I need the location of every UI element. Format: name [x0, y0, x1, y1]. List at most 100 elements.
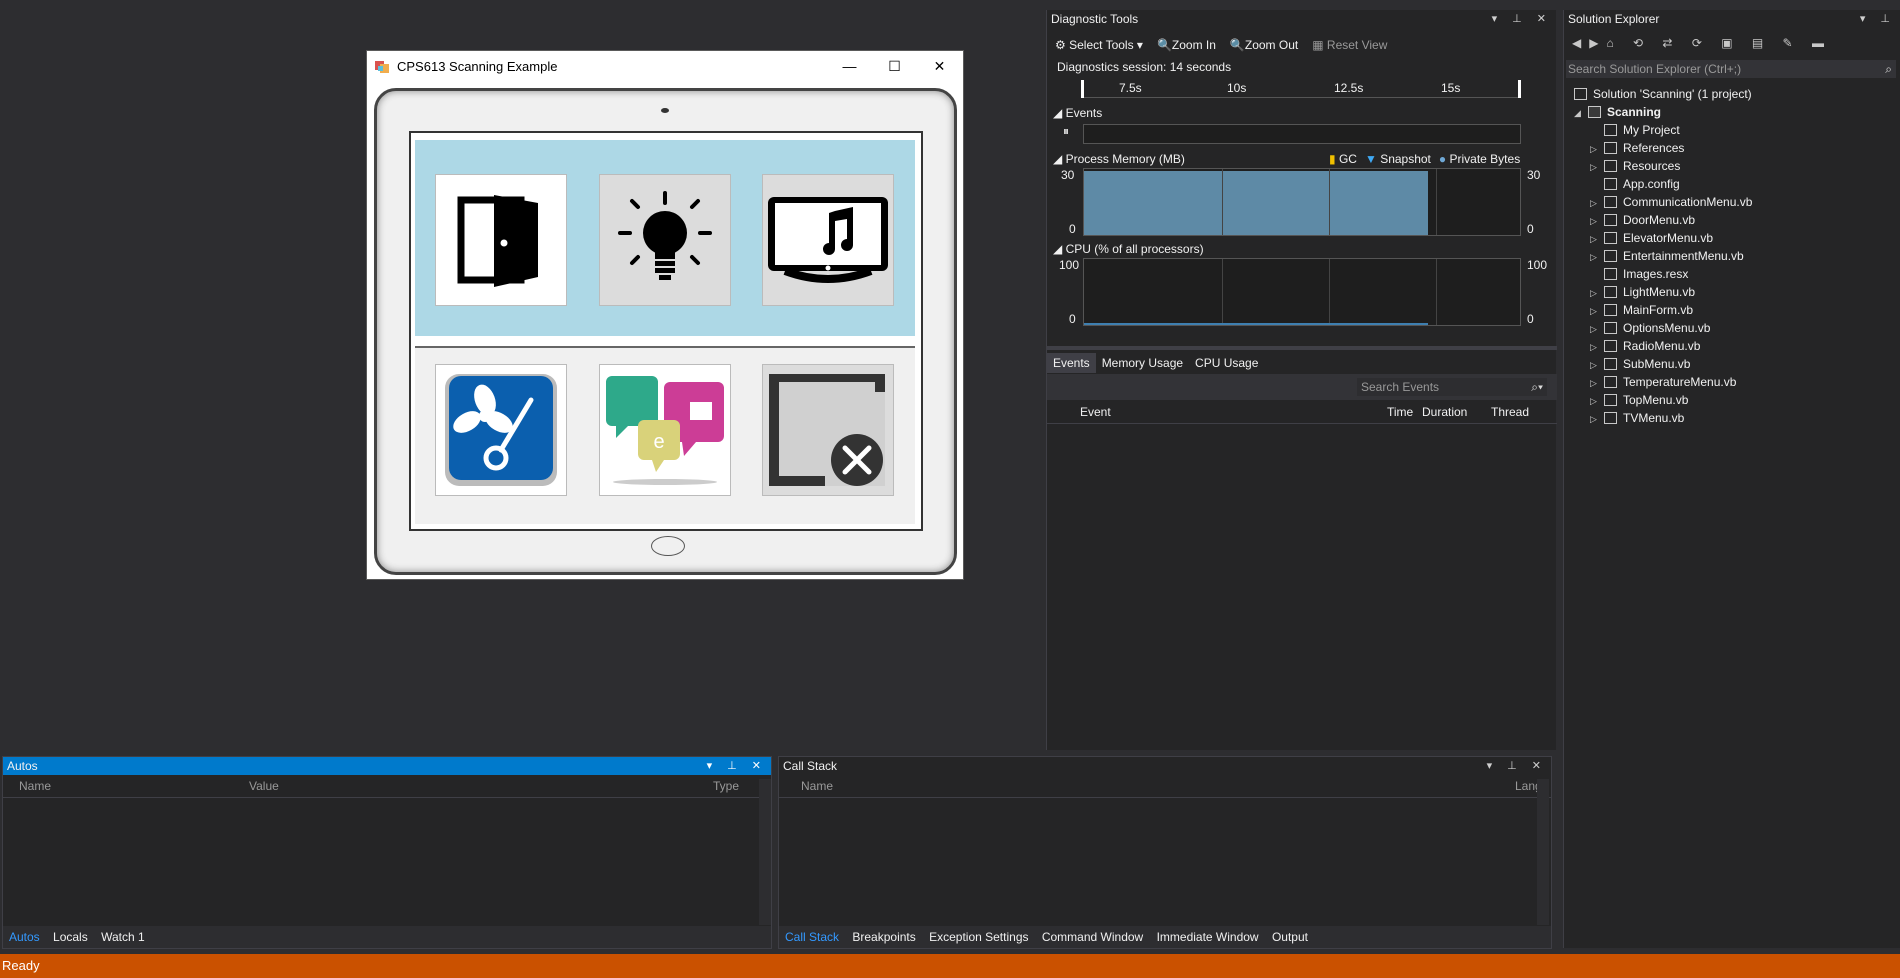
solution-toolbar[interactable]: ◀▶⌂ ⟲ ⇄ ⟳ ▣ ▤ ✎ ▬: [1572, 36, 1832, 54]
tab-locals[interactable]: Locals: [53, 930, 88, 944]
entertainment-tile[interactable]: [762, 174, 894, 306]
light-tile[interactable]: [599, 174, 731, 306]
tree-item-label: EntertainmentMenu.vb: [1623, 249, 1744, 263]
col-duration[interactable]: Duration: [1422, 405, 1467, 419]
cpu-section-label[interactable]: ◢ CPU (% of all processors): [1053, 242, 1204, 256]
expand-arrow-icon[interactable]: ▷: [1590, 248, 1604, 266]
solution-search-input[interactable]: Search Solution Explorer (Ctrl+;) ⌕: [1566, 60, 1896, 78]
expand-arrow-icon[interactable]: ▷: [1590, 158, 1604, 176]
expand-arrow-icon[interactable]: ▷: [1590, 140, 1604, 158]
col-name[interactable]: Name: [19, 779, 51, 793]
search-icon[interactable]: ⌕▾: [1531, 378, 1543, 396]
panel-controls[interactable]: ▾ ⊥: [1860, 10, 1896, 28]
pause-icon[interactable]: ⏸: [1063, 124, 1069, 139]
cpu-graph[interactable]: [1083, 258, 1521, 326]
home-button[interactable]: [651, 536, 685, 556]
expand-arrow-icon[interactable]: ▷: [1590, 320, 1604, 338]
tab-breakpoints[interactable]: Breakpoints: [852, 930, 915, 944]
expand-arrow-icon[interactable]: ▷: [1590, 374, 1604, 392]
col-time[interactable]: Time: [1387, 405, 1413, 419]
tree-item[interactable]: ▷ Resources: [1590, 157, 1680, 175]
call-stack-panel: Call Stack ▾ ⊥ ✕ Name Lang Call Stack Br…: [778, 756, 1552, 949]
memory-graph[interactable]: [1083, 168, 1521, 236]
project-node[interactable]: ◢ Scanning: [1574, 103, 1661, 121]
exit-tile[interactable]: [762, 364, 894, 496]
scrollbar[interactable]: [1537, 779, 1549, 925]
panel-controls[interactable]: ▾ ⊥ ✕: [707, 757, 767, 775]
file-icon: [1604, 250, 1617, 262]
timeline-start-handle[interactable]: [1081, 80, 1084, 98]
tab-output[interactable]: Output: [1272, 930, 1308, 944]
search-icon[interactable]: ⌕: [1885, 60, 1892, 78]
tab-immediate-window[interactable]: Immediate Window: [1157, 930, 1259, 944]
expand-arrow-icon[interactable]: ▷: [1590, 338, 1604, 356]
solution-node[interactable]: Solution 'Scanning' (1 project): [1574, 85, 1752, 103]
expand-arrow-icon[interactable]: ▷: [1590, 302, 1604, 320]
memory-section-label[interactable]: ◢ Process Memory (MB): [1053, 152, 1185, 166]
tab-cpu-usage[interactable]: CPU Usage: [1189, 353, 1264, 373]
reset-view-button[interactable]: ▦ Reset View: [1312, 38, 1387, 52]
zoom-in-button[interactable]: 🔍Zoom In: [1157, 38, 1216, 52]
minimize-button[interactable]: —: [827, 51, 872, 81]
expand-arrow-icon[interactable]: ▷: [1590, 410, 1604, 428]
tree-item[interactable]: ▷ RadioMenu.vb: [1590, 337, 1700, 355]
tree-item[interactable]: ▷ CommunicationMenu.vb: [1590, 193, 1752, 211]
zoom-out-button[interactable]: 🔍Zoom Out: [1230, 38, 1298, 52]
expand-arrow-icon[interactable]: ▷: [1590, 392, 1604, 410]
tab-watch-1[interactable]: Watch 1: [101, 930, 145, 944]
tab-memory-usage[interactable]: Memory Usage: [1096, 353, 1189, 373]
expand-arrow-icon[interactable]: ▷: [1590, 212, 1604, 230]
close-button[interactable]: ✕: [917, 51, 962, 81]
tab-exception-settings[interactable]: Exception Settings: [929, 930, 1028, 944]
panel-controls[interactable]: ▾ ⊥ ✕: [1492, 10, 1552, 28]
cpu-label-text: CPU (% of all processors): [1065, 242, 1204, 256]
splitter[interactable]: [1047, 346, 1557, 350]
close-window-icon: [769, 374, 885, 486]
tree-item[interactable]: ▷ OptionsMenu.vb: [1590, 319, 1710, 337]
temperature-tile[interactable]: [435, 364, 567, 496]
expand-arrow-icon[interactable]: ▷: [1590, 284, 1604, 302]
expand-arrow-icon[interactable]: ▷: [1590, 194, 1604, 212]
events-search-input[interactable]: Search Events ⌕▾: [1357, 378, 1547, 396]
tree-item-label: TVMenu.vb: [1623, 411, 1685, 425]
grid-line: [1436, 259, 1437, 325]
panel-controls[interactable]: ▾ ⊥ ✕: [1487, 757, 1547, 775]
col-type[interactable]: Type: [713, 779, 739, 793]
maximize-button[interactable]: ☐: [872, 51, 917, 81]
tree-item[interactable]: ▷ References: [1590, 139, 1684, 157]
col-name[interactable]: Name: [801, 779, 833, 793]
col-event[interactable]: Event: [1080, 405, 1111, 419]
tree-item[interactable]: App.config: [1590, 175, 1680, 193]
tree-item[interactable]: ▷ DoorMenu.vb: [1590, 211, 1695, 229]
tree-item[interactable]: ▷ MainForm.vb: [1590, 301, 1693, 319]
tree-item[interactable]: ▷ SubMenu.vb: [1590, 355, 1690, 373]
tree-item[interactable]: Images.resx: [1590, 265, 1688, 283]
col-thread[interactable]: Thread: [1491, 405, 1529, 419]
tree-item[interactable]: ▷ TemperatureMenu.vb: [1590, 373, 1736, 391]
expand-arrow-icon[interactable]: ▷: [1590, 230, 1604, 248]
communication-tile[interactable]: e: [599, 364, 731, 496]
timeline-ruler[interactable]: 7.5s 10s 12.5s 15s: [1081, 80, 1521, 98]
tree-item[interactable]: ▷ TVMenu.vb: [1590, 409, 1684, 427]
tree-item[interactable]: My Project: [1590, 121, 1680, 139]
tree-item[interactable]: ▷ TopMenu.vb: [1590, 391, 1688, 409]
tab-command-window[interactable]: Command Window: [1042, 930, 1143, 944]
tree-item[interactable]: ▷ LightMenu.vb: [1590, 283, 1695, 301]
door-tile[interactable]: [435, 174, 567, 306]
events-section-label[interactable]: ◢ Events: [1053, 106, 1102, 120]
col-value[interactable]: Value: [249, 779, 279, 793]
expand-icon[interactable]: ◢: [1574, 104, 1588, 122]
memory-axis-top-left: 30: [1061, 168, 1075, 182]
tree-item[interactable]: ▷ EntertainmentMenu.vb: [1590, 247, 1744, 265]
tab-events[interactable]: Events: [1047, 353, 1096, 373]
expand-arrow-icon[interactable]: ▷: [1590, 356, 1604, 374]
reset-view-icon: ▦: [1312, 38, 1324, 52]
tab-autos[interactable]: Autos: [9, 930, 40, 944]
scrollbar[interactable]: [759, 779, 771, 925]
tab-call-stack[interactable]: Call Stack: [785, 930, 839, 944]
timeline-end-handle[interactable]: [1518, 80, 1521, 98]
select-tools-button[interactable]: ⚙ Select Tools ▾: [1055, 38, 1143, 52]
select-tools-label: Select Tools: [1069, 38, 1134, 52]
file-icon: [1604, 160, 1617, 172]
tree-item[interactable]: ▷ ElevatorMenu.vb: [1590, 229, 1713, 247]
